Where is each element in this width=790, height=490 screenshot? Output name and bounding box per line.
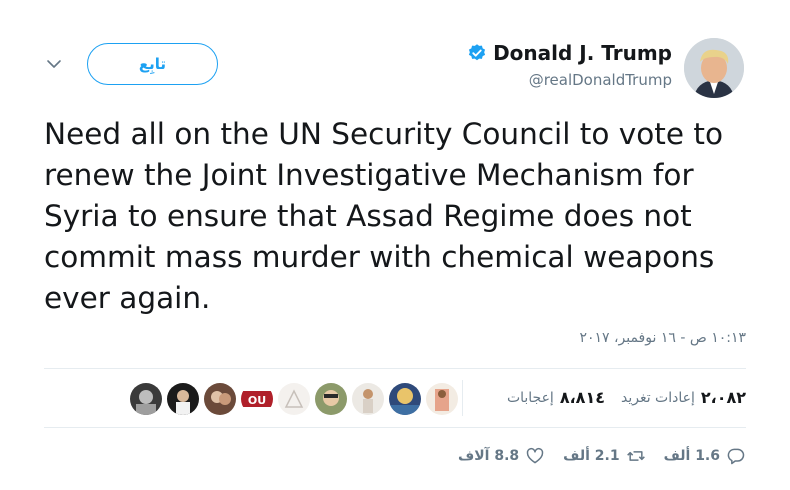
reply-count: 1.6 ألف <box>663 448 720 464</box>
likes-stat[interactable]: ٨،٨١٤ إعجابات <box>507 388 605 407</box>
retweet-icon <box>626 451 645 461</box>
chevron-down-icon[interactable] <box>46 58 62 70</box>
author-handle[interactable]: @realDonaldTrump <box>529 71 672 89</box>
svg-text:OU: OU <box>248 394 266 407</box>
liker-avatar[interactable] <box>167 383 199 415</box>
divider <box>44 427 746 428</box>
divider <box>44 368 746 369</box>
liker-avatar[interactable] <box>352 383 384 415</box>
avatar[interactable] <box>684 38 744 98</box>
tweet-text: Need all on the UN Security Council to v… <box>44 117 724 315</box>
reply-action[interactable]: 1.6 ألف <box>664 446 746 466</box>
likers-avatars: OU <box>130 383 458 415</box>
like-action[interactable]: 8.8 آلاف <box>458 446 545 466</box>
author-name: Donald J. Trump <box>493 41 672 65</box>
likes-count: ٨،٨١٤ <box>559 388 605 407</box>
liker-avatar[interactable] <box>204 383 236 415</box>
liker-avatar[interactable] <box>130 383 162 415</box>
liker-avatar[interactable]: OU <box>241 383 273 415</box>
reply-icon <box>727 448 745 465</box>
liker-avatar[interactable] <box>278 383 310 415</box>
follow-button[interactable]: تابِع <box>87 43 218 85</box>
author-name-row[interactable]: Donald J. Trump <box>467 41 672 65</box>
stats-separator <box>462 380 463 416</box>
verified-badge-icon <box>468 44 486 61</box>
retweets-label: إعادات تغريد <box>620 389 695 406</box>
liker-avatar[interactable] <box>389 383 421 415</box>
like-count: 8.8 آلاف <box>457 448 520 464</box>
tweet-timestamp[interactable]: ١٠:١٣ ص - ١٦ نوفمبر، ٢٠١٧ <box>579 330 746 346</box>
retweet-action[interactable]: 2.1 ألف <box>563 446 645 466</box>
tweet-stats: ٢،٠٨٢ إعادات تغريد ٨،٨١٤ إعجابات <box>507 388 746 407</box>
tweet-actions: 1.6 ألف 2.1 ألف 8.8 آلاف <box>458 446 746 466</box>
retweets-count: ٢،٠٨٢ <box>700 388 746 407</box>
likes-label: إعجابات <box>506 389 554 406</box>
liker-avatar[interactable] <box>315 383 347 415</box>
retweets-stat[interactable]: ٢،٠٨٢ إعادات تغريد <box>621 388 746 407</box>
liker-avatar[interactable] <box>426 383 458 415</box>
retweet-count: 2.1 ألف <box>563 448 620 464</box>
heart-icon <box>526 447 544 464</box>
